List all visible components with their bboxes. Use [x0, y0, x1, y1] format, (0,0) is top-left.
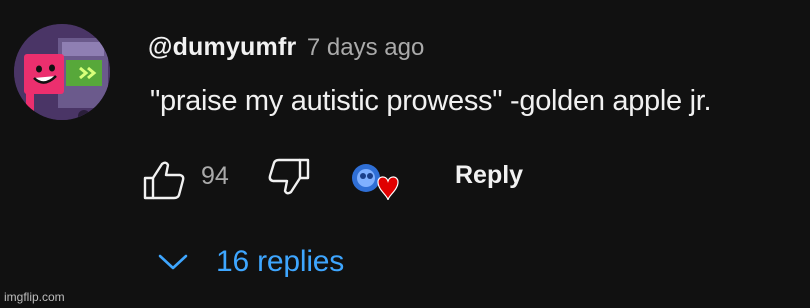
creator-heart-icon	[352, 164, 399, 201]
comment-timestamp[interactable]: 7 days ago	[307, 34, 424, 61]
dislike-button[interactable]	[264, 156, 312, 196]
thumbs-down-icon	[268, 158, 310, 195]
comment-thread: @dumyumfr 7 days ago "praise my autistic…	[0, 0, 810, 308]
like-count: 94	[201, 162, 229, 190]
reply-button[interactable]: Reply	[455, 161, 523, 190]
creator-heart-badge[interactable]	[348, 160, 406, 208]
view-replies-button[interactable]: 16 replies	[156, 240, 344, 284]
chevron-down-icon	[158, 254, 188, 270]
comment-header: @dumyumfr 7 days ago	[148, 33, 424, 62]
thumbs-up-icon	[143, 161, 185, 200]
avatar-image	[14, 24, 110, 120]
like-button[interactable]	[142, 160, 186, 200]
author-name[interactable]: @dumyumfr	[148, 33, 296, 61]
avatar[interactable]	[14, 24, 110, 120]
imgflip-watermark: imgflip.com	[4, 290, 65, 304]
comment-actions: 94 Reply	[142, 156, 562, 201]
replies-count-label: 16 replies	[216, 245, 345, 278]
comment-text: "praise my autistic prowess" -golden app…	[150, 85, 712, 117]
